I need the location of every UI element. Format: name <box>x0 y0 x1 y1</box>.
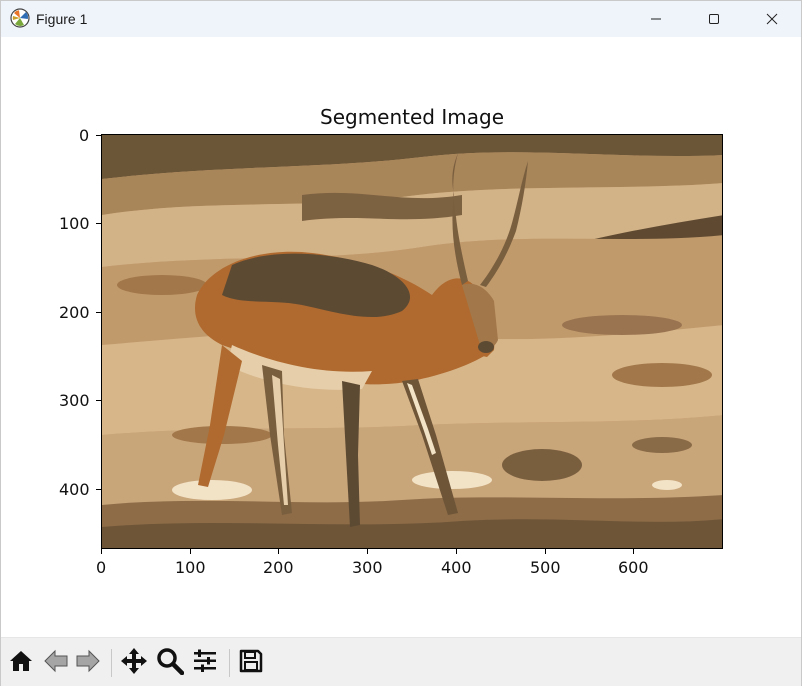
toolbar-separator <box>111 649 112 677</box>
forward-button[interactable] <box>73 648 103 678</box>
zoom-icon <box>156 647 185 679</box>
axes-title: Segmented Image <box>320 105 504 129</box>
segmented-image-raster <box>102 135 722 548</box>
y-tick-label: 200 <box>59 303 90 322</box>
x-tick-label: 100 <box>175 558 206 577</box>
save-icon <box>238 648 264 678</box>
x-tick-label: 400 <box>441 558 472 577</box>
x-tick-label: 300 <box>352 558 383 577</box>
back-icon <box>43 648 69 678</box>
pan-icon <box>120 647 148 679</box>
title-bar[interactable]: Figure 1 <box>1 1 801 37</box>
configure-subplots-button[interactable] <box>190 648 220 678</box>
minimize-button[interactable] <box>627 1 685 37</box>
forward-icon <box>75 648 101 678</box>
minimize-icon <box>650 13 662 25</box>
zoom-button[interactable] <box>155 648 185 678</box>
save-button[interactable] <box>236 648 266 678</box>
close-button[interactable] <box>743 1 801 37</box>
y-tick-label: 300 <box>59 391 90 410</box>
y-tick-label: 400 <box>59 480 90 499</box>
x-tick-label: 500 <box>530 558 561 577</box>
back-button[interactable] <box>41 648 71 678</box>
segmented-image[interactable] <box>101 134 723 549</box>
x-tick-label: 0 <box>96 558 107 577</box>
window-title: Figure 1 <box>36 11 88 27</box>
maximize-icon <box>708 13 720 25</box>
pan-button[interactable] <box>119 648 149 678</box>
y-tick-label: 100 <box>59 214 90 233</box>
x-tick-label: 600 <box>618 558 649 577</box>
y-tick-label: 0 <box>79 126 90 145</box>
toolbar-separator <box>229 649 230 677</box>
figure-window: Figure 1 Segmented Image 0 100 200 300 4… <box>0 0 802 686</box>
figure-canvas[interactable]: Segmented Image 0 100 200 300 400 500 60… <box>1 37 801 637</box>
home-icon <box>8 648 34 678</box>
matplotlib-figure-icon <box>10 8 30 28</box>
navigation-toolbar <box>1 637 801 686</box>
configure-subplots-icon <box>191 647 219 679</box>
home-button[interactable] <box>6 648 36 678</box>
close-icon <box>766 13 778 25</box>
x-tick-label: 200 <box>263 558 294 577</box>
maximize-button[interactable] <box>685 1 743 37</box>
